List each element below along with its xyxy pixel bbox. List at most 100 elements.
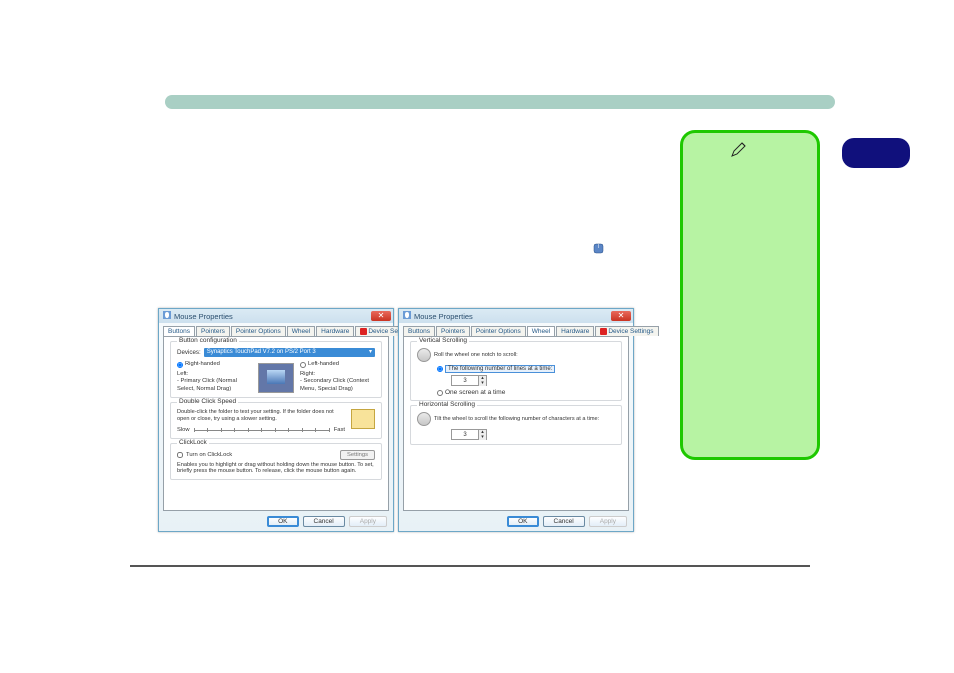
left-handed-radio-input[interactable] <box>300 362 306 368</box>
wheel-horz-icon <box>417 412 431 426</box>
section-header-pill <box>165 95 835 109</box>
dialog-titlebar-r: Mouse Properties ✕ <box>399 309 633 323</box>
right-desc: - Secondary Click (Context Menu, Special… <box>300 378 375 393</box>
vert-lines-value: 3 <box>452 376 478 385</box>
group-legend-dcs: Double Click Speed <box>177 398 238 405</box>
mouse-icon <box>593 243 604 254</box>
tab-buttons[interactable]: Buttons <box>163 326 195 336</box>
group-legend-vs: Vertical Scrolling <box>417 337 469 344</box>
group-horizontal-scrolling: Horizontal Scrolling Tilt the wheel to s… <box>410 405 622 445</box>
close-button[interactable]: ✕ <box>371 311 391 321</box>
tab-wheel-r[interactable]: Wheel <box>527 326 555 336</box>
pen-icon <box>730 142 746 158</box>
right-handed-radio[interactable]: Right-handed <box>177 361 252 369</box>
group-legend-hs: Horizontal Scrolling <box>417 401 477 408</box>
tab-body: Button configuration Devices: Synaptics … <box>163 336 389 511</box>
left-desc: - Primary Click (Normal Select, Normal D… <box>177 378 252 393</box>
mouse-properties-dialog-wheel: Mouse Properties ✕ Buttons Pointers Poin… <box>398 308 634 532</box>
tab-pointers-r[interactable]: Pointers <box>436 326 470 336</box>
mouse-thumbnail-image <box>258 363 294 393</box>
group-legend-cl: ClickLock <box>177 439 209 446</box>
clicklock-desc: Enables you to highlight or drag without… <box>177 462 375 475</box>
page-footer-rule <box>130 565 810 567</box>
dialog-title-r: Mouse Properties <box>414 312 473 321</box>
devices-label: Devices: <box>177 349 201 356</box>
left-config-col: Right-handed Left: - Primary Click (Norm… <box>177 361 252 393</box>
mouse-properties-dialog-buttons: Mouse Properties ✕ Buttons Pointers Poin… <box>158 308 394 532</box>
cancel-button[interactable]: Cancel <box>303 516 345 527</box>
synaptics-icon <box>360 328 367 335</box>
apply-button[interactable]: Apply <box>349 516 387 527</box>
ok-button-r[interactable]: OK <box>507 516 538 527</box>
chevron-down-icon: ▾ <box>369 348 372 357</box>
note-callout-box <box>680 130 820 460</box>
tab-pointers[interactable]: Pointers <box>196 326 230 336</box>
chevron-down-icon: ▾ <box>478 381 486 386</box>
tab-body-r: Vertical Scrolling Roll the wheel one no… <box>403 336 629 511</box>
left-handed-radio[interactable]: Left-handed <box>300 361 375 369</box>
right-handed-label: Right-handed <box>185 361 220 369</box>
folder-icon[interactable] <box>351 409 375 429</box>
dialog-footer-buttons-r: OK Cancel Apply <box>507 516 627 527</box>
dialog-footer-buttons: OK Cancel Apply <box>267 516 387 527</box>
group-legend: Button configuration <box>177 337 239 344</box>
vert-lines-spinner[interactable]: 3 ▴▾ <box>451 375 487 386</box>
screen-radio-label: One screen at a time <box>445 389 505 396</box>
left-title: Left: <box>177 371 252 379</box>
tab-wheel[interactable]: Wheel <box>287 326 315 336</box>
chevron-down-icon: ▾ <box>478 435 486 440</box>
right-handed-radio-input[interactable] <box>177 362 183 368</box>
right-config-col: Left-handed Right: - Secondary Click (Co… <box>300 361 375 393</box>
dcs-slow: Slow <box>177 427 190 433</box>
spinner-buttons-h[interactable]: ▴▾ <box>478 430 486 439</box>
left-handed-label: Left-handed <box>308 361 339 369</box>
lines-radio-input[interactable] <box>437 366 443 372</box>
tab-strip: Buttons Pointers Pointer Options Wheel H… <box>163 326 389 336</box>
dialog-titlebar: Mouse Properties ✕ <box>159 309 393 323</box>
cancel-button-r[interactable]: Cancel <box>543 516 585 527</box>
tab-device-settings-label-r: Device Settings <box>608 328 653 335</box>
horz-desc: Tilt the wheel to scroll the following n… <box>434 416 599 423</box>
horz-chars-value: 3 <box>452 430 478 439</box>
dcs-slider-row: Slow Fast <box>177 426 345 434</box>
spinner-buttons[interactable]: ▴▾ <box>478 376 486 385</box>
screen-radio-input[interactable] <box>437 390 443 396</box>
clicklock-label: Turn on ClickLock <box>186 452 232 458</box>
clicklock-settings-button[interactable]: Settings <box>340 450 375 460</box>
horz-chars-spinner[interactable]: 3 ▴▾ <box>451 429 487 440</box>
tab-hardware-r[interactable]: Hardware <box>556 326 594 336</box>
group-vertical-scrolling: Vertical Scrolling Roll the wheel one no… <box>410 341 622 401</box>
ok-button[interactable]: OK <box>267 516 298 527</box>
group-button-config: Button configuration Devices: Synaptics … <box>170 341 382 398</box>
dcs-fast: Fast <box>334 427 345 433</box>
devices-value: Synaptics TouchPad V7.2 on PS/2 Port 3 <box>207 348 316 357</box>
side-dark-badge <box>842 138 910 168</box>
mouse-ctrl-icon <box>163 311 171 321</box>
tab-pointer-options-r[interactable]: Pointer Options <box>471 326 526 336</box>
clicklock-checkbox[interactable] <box>177 452 183 458</box>
apply-button-r[interactable]: Apply <box>589 516 627 527</box>
group-double-click: Double Click Speed Double-click the fold… <box>170 402 382 438</box>
dcs-slider[interactable] <box>194 426 330 434</box>
thumb-col <box>256 361 296 393</box>
tab-pointer-options[interactable]: Pointer Options <box>231 326 286 336</box>
close-button-r[interactable]: ✕ <box>611 311 631 321</box>
tab-device-settings-r[interactable]: Device Settings <box>595 326 658 336</box>
wheel-vert-icon <box>417 348 431 362</box>
dialog-title: Mouse Properties <box>174 312 233 321</box>
synaptics-icon <box>600 328 607 335</box>
tab-strip-r: Buttons Pointers Pointer Options Wheel H… <box>403 326 629 336</box>
lines-radio-label: The following number of lines at a time: <box>445 365 555 373</box>
devices-row: Devices: Synaptics TouchPad V7.2 on PS/2… <box>177 348 375 357</box>
mouse-ctrl-icon <box>403 311 411 321</box>
group-clicklock: ClickLock Turn on ClickLock Settings Ena… <box>170 443 382 480</box>
vert-desc: Roll the wheel one notch to scroll: <box>434 352 518 359</box>
screen-radio[interactable]: One screen at a time <box>437 389 615 396</box>
lines-radio[interactable]: The following number of lines at a time: <box>437 365 615 373</box>
clicklock-checkbox-row: Turn on ClickLock <box>177 452 232 458</box>
dcs-desc: Double-click the folder to test your set… <box>177 409 345 422</box>
tab-buttons-r[interactable]: Buttons <box>403 326 435 336</box>
devices-dropdown[interactable]: Synaptics TouchPad V7.2 on PS/2 Port 3 ▾ <box>204 348 375 357</box>
right-title: Right: <box>300 371 375 379</box>
tab-hardware[interactable]: Hardware <box>316 326 354 336</box>
